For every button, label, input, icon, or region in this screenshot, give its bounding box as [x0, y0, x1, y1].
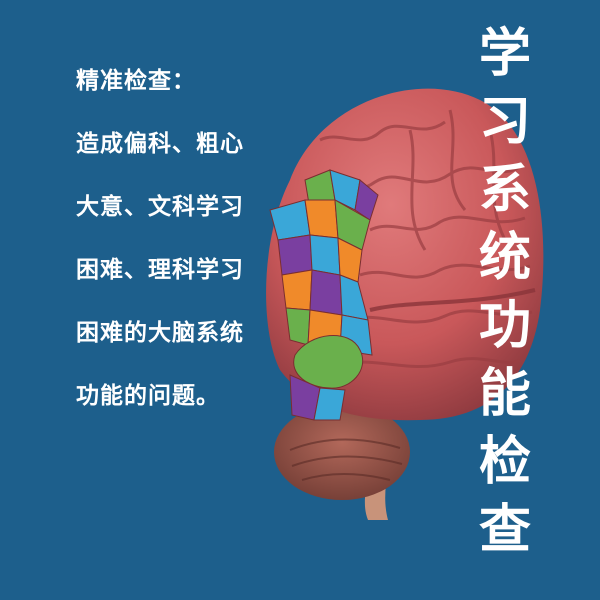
description-block: 精准检查： 造成偏科、粗心 大意、文科学习 困难、理科学习 困难的大脑系统 功能…: [76, 70, 266, 448]
title-char: 检: [478, 432, 531, 492]
description-line-2: 造成偏科、粗心: [76, 131, 244, 157]
description-line-6: 功能的问题。: [76, 383, 220, 409]
title-char: 查: [478, 500, 531, 560]
description-line-5: 困难的大脑系统: [76, 320, 244, 346]
title-char: 学: [478, 24, 531, 84]
title-char: 能: [478, 364, 531, 424]
title-char: 功: [478, 296, 531, 356]
title-char: 统: [478, 228, 531, 288]
title-char: 习: [478, 92, 531, 152]
title-char: 系: [478, 160, 531, 220]
description-line-1: 精准检查：: [76, 68, 196, 94]
description-line-3: 大意、文科学习: [76, 194, 244, 220]
description-line-4: 困难、理科学习: [76, 257, 244, 283]
poster: 精准检查： 造成偏科、粗心 大意、文科学习 困难、理科学习 困难的大脑系统 功能…: [0, 0, 600, 600]
vertical-title: 学 习 系 统 功 能 检 查: [470, 24, 540, 560]
